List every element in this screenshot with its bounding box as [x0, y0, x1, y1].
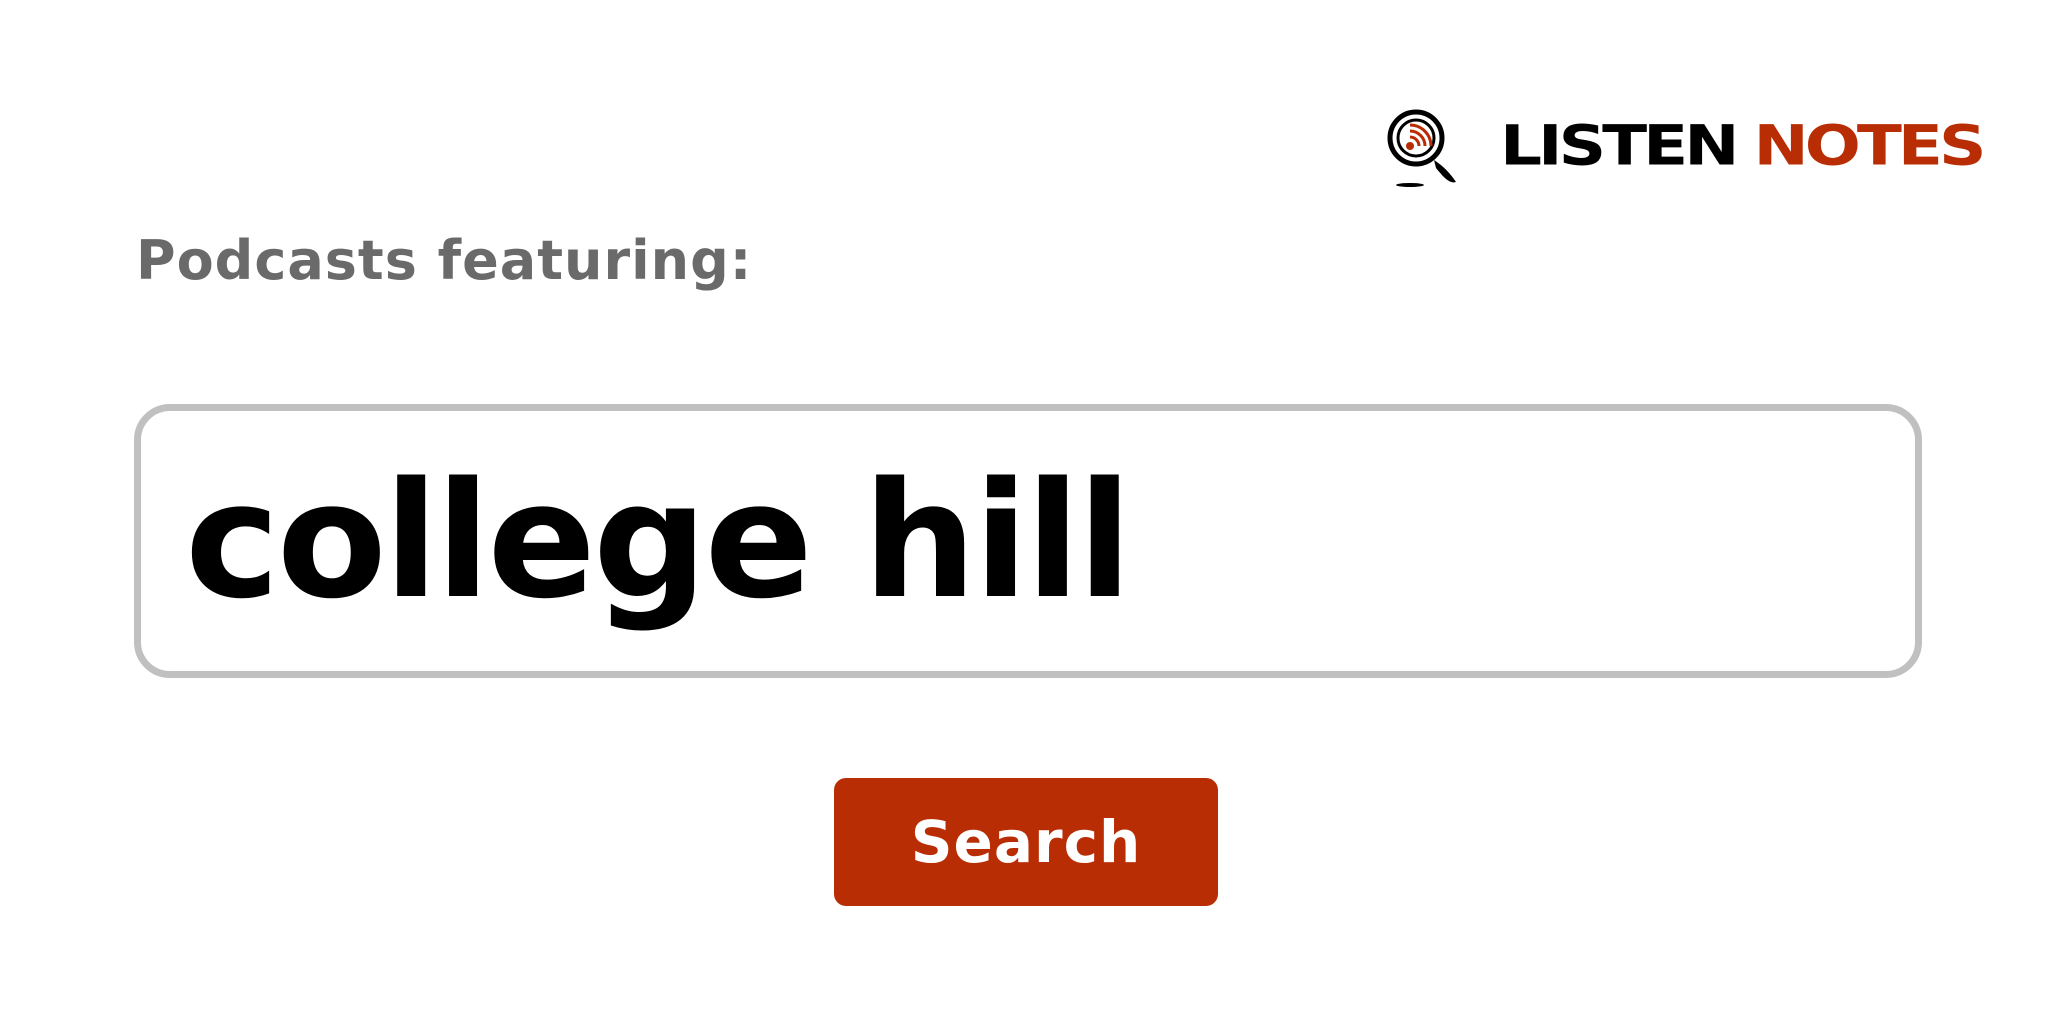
magnifier-podcast-icon	[1387, 109, 1456, 187]
search-button[interactable]: Search	[834, 778, 1218, 906]
listen-notes-logo[interactable]: LISTEN NOTES	[1384, 104, 1987, 188]
page-heading: Podcasts featuring:	[136, 229, 753, 292]
logo-word-notes: NOTES	[1753, 113, 1987, 178]
logo-wordmark: LISTEN NOTES	[1500, 113, 1987, 178]
search-input[interactable]: college hill	[134, 404, 1922, 678]
search-query-text: college hill	[185, 447, 1132, 634]
logo-word-listen: LISTEN	[1500, 113, 1739, 178]
